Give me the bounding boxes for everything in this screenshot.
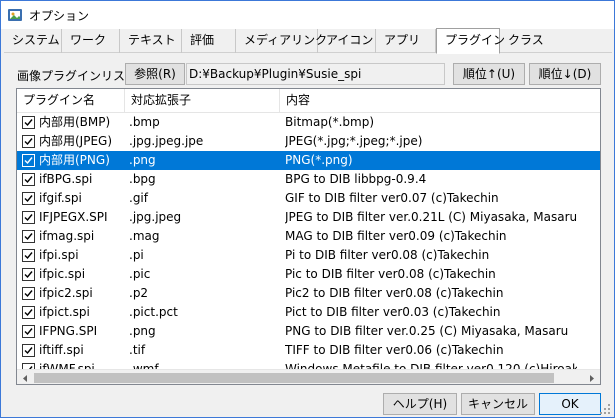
plugin-name-cell: ifpic2.spi — [39, 286, 93, 300]
description-cell: MAG to DIB filter ver0.09 (c)Takechin — [285, 229, 507, 243]
description-cell: Pic2 to DIB filter ver0.08 (c)Takechin — [285, 286, 504, 300]
description-cell: Pict to DIB filter ver0.03 (c)Takechin — [285, 305, 501, 319]
horizontal-scrollbar[interactable] — [17, 369, 600, 384]
resize-grip-icon[interactable] — [599, 403, 611, 415]
table-row[interactable]: iftiff.spi .tif TIFF to DIB filter ver0.06… — [17, 341, 600, 360]
table-row[interactable]: ifBPG.spi .bpg BPG to DIB libbpg-0.9.4 — [17, 170, 600, 189]
description-cell: JPEG(*.jpg;*.jpeg;*.jpe) — [285, 134, 423, 148]
table-row[interactable]: ifpict.spi .pict.pct Pict to DIB filter ve… — [17, 303, 600, 322]
table-row[interactable]: 内部用(JPEG) .jpg.jpeg.jpe JPEG(*.jpg;*.jpeg;… — [17, 132, 600, 151]
extension-cell: .png — [129, 153, 156, 167]
window-title: オプション — [29, 9, 90, 23]
table-row[interactable]: ifpic.spi .pic Pic to DIB filter ver0.08 (… — [17, 265, 600, 284]
table-row[interactable]: ifmag.spi .mag MAG to DIB filter ver0.09 (… — [17, 227, 600, 246]
table-row[interactable]: ifgif.spi .gif GIF to DIB filter ver0.07 (… — [17, 189, 600, 208]
help-button[interactable]: ヘルプ(H) — [383, 393, 457, 415]
plugin-name-cell: ifBPG.spi — [39, 172, 93, 186]
title-bar: オプション — [1, 1, 614, 29]
tab-icon[interactable]: アイコン — [318, 29, 376, 53]
tab-class[interactable]: クラス — [500, 29, 546, 53]
cancel-button[interactable]: キャンセル — [461, 393, 535, 415]
tab-rating[interactable]: 評価 — [182, 29, 236, 53]
column-header-extensions[interactable]: 対応拡張子 — [125, 89, 280, 113]
table-row[interactable]: ifpi.spi .pi Pi to DIB filter ver0.08 (c)T… — [17, 246, 600, 265]
extension-cell: .pic — [129, 267, 151, 281]
description-cell: PNG to DIB filter ver.0.25 (C) Miyasaka,… — [285, 324, 569, 338]
column-header-description[interactable]: 内容 — [280, 89, 600, 113]
plugin-name-cell: IFPNG.SPI — [39, 324, 98, 338]
plugin-path-field[interactable]: D:¥Backup¥Plugin¥Susie_spi — [186, 63, 445, 85]
tab-bar: システム ワーク テキスト 評価 メディアリンク アイコン アプリ プラグイン … — [4, 28, 612, 54]
row-checkbox[interactable] — [22, 211, 35, 224]
row-checkbox[interactable] — [22, 344, 35, 357]
tab-app[interactable]: アプリ — [376, 29, 436, 53]
vertical-scrollbar[interactable] — [600, 89, 601, 369]
plugin-name-cell: ifpict.spi — [39, 305, 90, 319]
column-header-plugin-name[interactable]: プラグイン名 — [17, 89, 125, 113]
extension-cell: .jpg.jpeg.jpe — [129, 134, 204, 148]
ok-button[interactable]: OK — [539, 393, 601, 415]
plugin-name-cell: ifpi.spi — [39, 248, 79, 262]
tab-plugin[interactable]: プラグイン — [436, 28, 505, 54]
extension-cell: .jpg.jpeg — [129, 210, 182, 224]
plugin-name-cell: ifpic.spi — [39, 267, 86, 281]
row-checkbox[interactable] — [22, 325, 35, 338]
row-checkbox[interactable] — [22, 116, 35, 129]
app-icon — [7, 7, 23, 23]
plugin-name-cell: 内部用(BMP) — [39, 115, 111, 129]
extension-cell: .pict.pct — [129, 305, 178, 319]
plugin-name-cell: ifgif.spi — [39, 191, 82, 205]
description-cell: GIF to DIB filter ver0.07 (c)Takechin — [285, 191, 499, 205]
row-checkbox[interactable] — [22, 306, 35, 319]
plugin-name-cell: ifmag.spi — [39, 229, 95, 243]
tab-work[interactable]: ワーク — [62, 29, 120, 53]
row-checkbox[interactable] — [22, 230, 35, 243]
plugin-name-cell: IFJPEGX.SPI — [39, 210, 108, 224]
plugin-name-cell: 内部用(JPEG) — [39, 134, 113, 148]
list-header: プラグイン名 対応拡張子 内容 — [17, 89, 600, 113]
plugin-list[interactable]: プラグイン名 対応拡張子 内容 内部用(BMP) .bmp Bitmap(*.bmp… — [16, 88, 601, 385]
scroll-left-icon[interactable] — [17, 370, 34, 384]
scroll-corner — [600, 369, 601, 385]
scroll-right-icon[interactable] — [583, 370, 600, 384]
horizontal-scroll-thumb[interactable] — [34, 373, 554, 383]
description-cell: PNG(*.png) — [285, 153, 353, 167]
extension-cell: .bmp — [129, 115, 160, 129]
plugin-rows: 内部用(BMP) .bmp Bitmap(*.bmp) 内部用(JPEG) .jpg.j… — [17, 113, 600, 379]
table-row[interactable]: 内部用(PNG) .png PNG(*.png) — [17, 151, 600, 170]
row-checkbox[interactable] — [22, 287, 35, 300]
tab-text[interactable]: テキスト — [120, 29, 182, 53]
tab-system[interactable]: システム — [4, 29, 62, 53]
extension-cell: .mag — [129, 229, 160, 243]
table-row[interactable]: IFPNG.SPI .png PNG to DIB filter ver.0.25 … — [17, 322, 600, 341]
description-cell: Bitmap(*.bmp) — [285, 115, 375, 129]
table-row[interactable]: ifpic2.spi .p2 Pic2 to DIB filter ver0.08 … — [17, 284, 600, 303]
browse-button[interactable]: 参照(R) — [125, 63, 185, 85]
description-cell: Pi to DIB filter ver0.08 (c)Takechin — [285, 248, 490, 262]
row-checkbox[interactable] — [22, 173, 35, 186]
description-cell: TIFF to DIB filter ver0.06 (c)Takechin — [285, 343, 504, 357]
options-dialog: オプション システム ワーク テキスト 評価 メディアリンク アイコン アプリ … — [0, 0, 615, 418]
description-cell: BPG to DIB libbpg-0.9.4 — [285, 172, 427, 186]
extension-cell: .png — [129, 324, 156, 338]
row-checkbox[interactable] — [22, 192, 35, 205]
row-checkbox[interactable] — [22, 268, 35, 281]
extension-cell: .p2 — [129, 286, 149, 300]
row-checkbox[interactable] — [22, 154, 35, 167]
plugin-name-cell: iftiff.spi — [39, 343, 84, 357]
plugin-name-cell: 内部用(PNG) — [39, 153, 110, 167]
row-checkbox[interactable] — [22, 135, 35, 148]
description-cell: Pic to DIB filter ver0.08 (c)Takechin — [285, 267, 496, 281]
order-down-button[interactable]: 順位↓(D) — [529, 63, 601, 85]
extension-cell: .tif — [129, 343, 146, 357]
extension-cell: .pi — [129, 248, 144, 262]
table-row[interactable]: IFJPEGX.SPI .jpg.jpeg JPEG to DIB filter v… — [17, 208, 600, 227]
tab-media-link[interactable]: メディアリンク — [236, 29, 327, 53]
extension-cell: .gif — [129, 191, 148, 205]
table-row[interactable]: 内部用(BMP) .bmp Bitmap(*.bmp) — [17, 113, 600, 132]
extension-cell: .bpg — [129, 172, 156, 186]
description-cell: JPEG to DIB filter ver.0.21L (C) Miyasak… — [285, 210, 577, 224]
row-checkbox[interactable] — [22, 249, 35, 262]
order-up-button[interactable]: 順位↑(U) — [453, 63, 525, 85]
